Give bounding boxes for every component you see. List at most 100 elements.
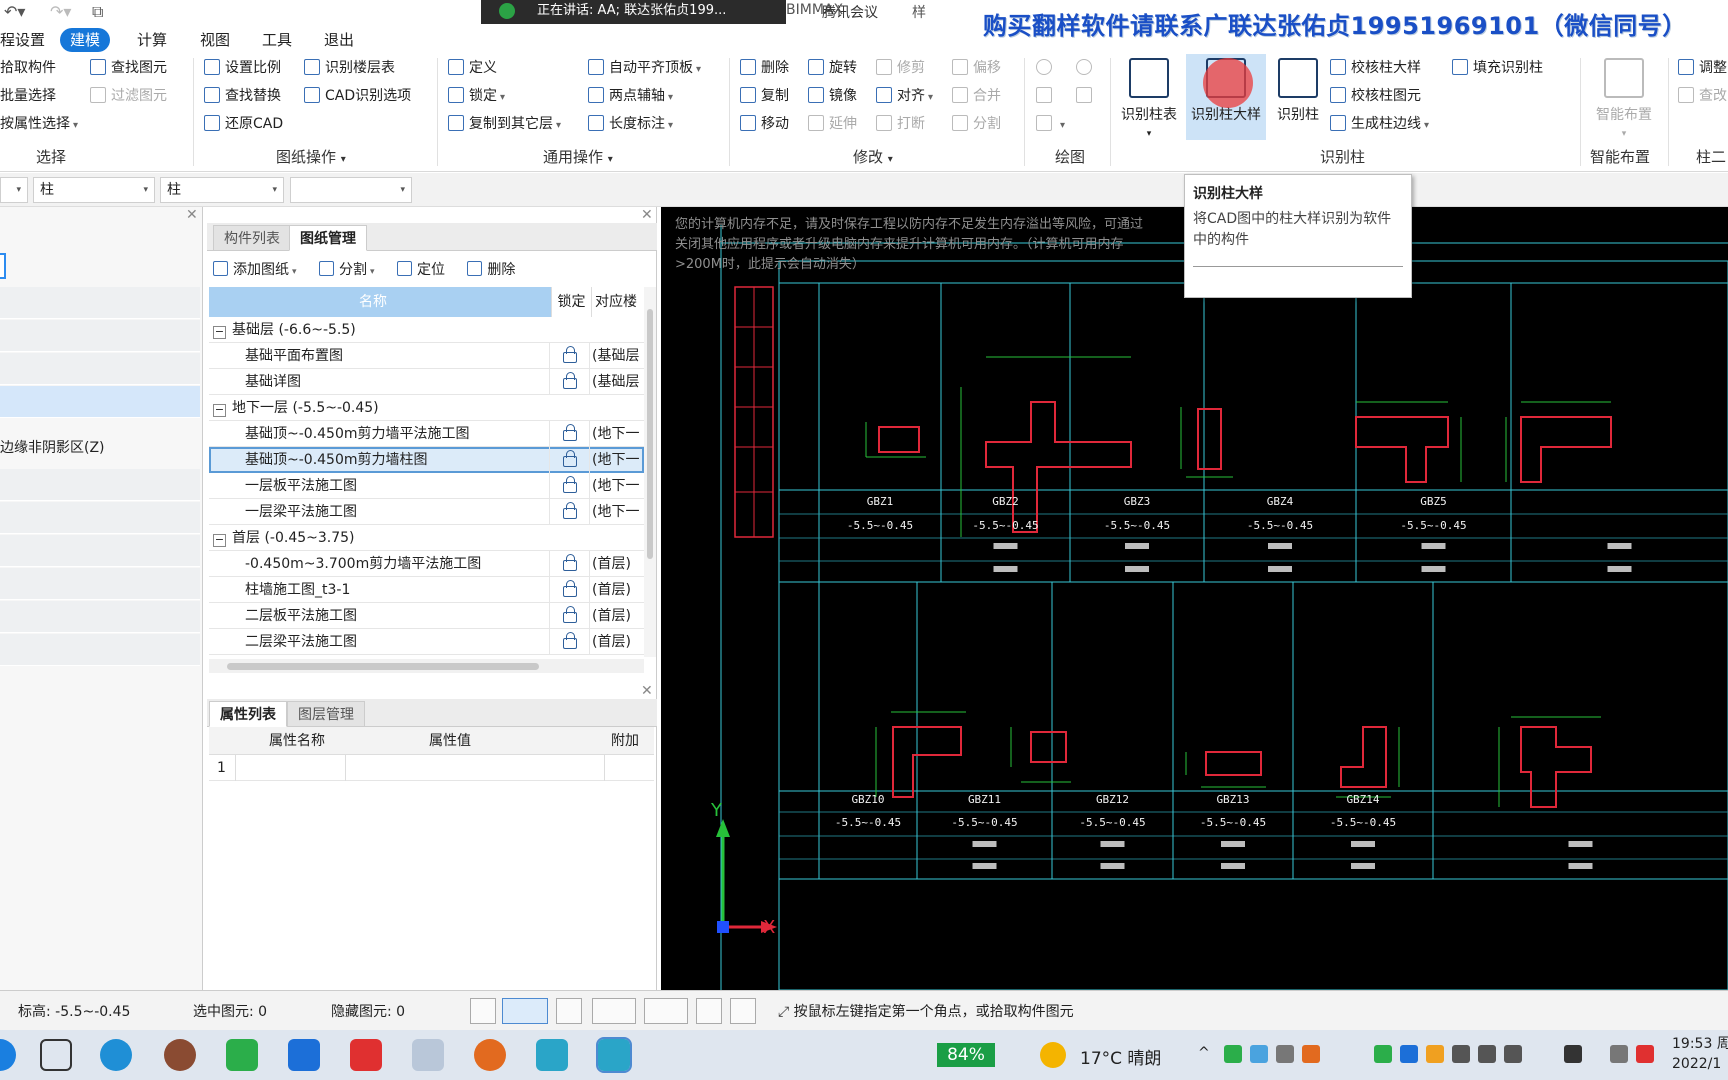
extend-button[interactable]: 延伸 [808, 111, 857, 137]
merge-button[interactable]: 合并 [952, 83, 1001, 109]
collapse-icon[interactable]: − [213, 534, 226, 547]
group-label-general-ops[interactable]: 通用操作 ▾ [543, 146, 613, 167]
search-input[interactable] [0, 253, 6, 279]
table-row[interactable]: -0.450m~3.700m剪力墙平法施工图 (首层) [209, 551, 644, 577]
pen-icon[interactable] [1564, 1045, 1582, 1063]
break-button[interactable]: 打断 [876, 111, 925, 137]
game-icon[interactable] [474, 1039, 506, 1071]
group-label-modify[interactable]: 修改 ▾ [853, 146, 893, 167]
menu-view[interactable]: 视图 [190, 28, 240, 52]
volume-icon[interactable] [1504, 1045, 1522, 1063]
offset-button[interactable]: 偏移 [952, 55, 1001, 81]
nav-row[interactable] [0, 634, 200, 666]
find-replace-button[interactable]: 查找替换 [204, 83, 281, 109]
fill-recognize-column-button[interactable]: 填充识别柱 [1452, 55, 1543, 81]
lock-cell[interactable] [549, 369, 589, 395]
restore-cad-button[interactable]: 还原CAD [204, 111, 283, 137]
table-row[interactable]: 基础顶~-0.450m剪力墙平法施工图 (地下一 [209, 421, 644, 447]
image-viewer-icon[interactable] [412, 1039, 444, 1071]
nav-row[interactable] [0, 601, 200, 633]
nav-row[interactable] [0, 502, 200, 534]
lock-cell[interactable] [549, 343, 589, 369]
nav-row[interactable] [0, 386, 200, 418]
horizontal-scrollbar[interactable] [209, 659, 644, 673]
tab-drawing-management[interactable]: 图纸管理 [289, 225, 367, 251]
recognize-column-table-button[interactable]: 识别柱表 ▾ [1113, 54, 1185, 140]
nav-item-non-shadow-edge[interactable]: 边缘非阴影区(Z) [0, 437, 105, 457]
ortho-toggle-icon[interactable] [470, 998, 496, 1024]
tree-group-row[interactable]: − 基础层 (-6.6~-5.5) [209, 317, 644, 343]
close-icon[interactable]: ✕ [186, 207, 198, 223]
table-row[interactable]: 基础顶~-0.450m剪力墙柱图 (地下一 [209, 447, 644, 473]
batch-select-button[interactable]: 批量选择 [0, 83, 56, 109]
quick-access-icon[interactable]: ⧉ [92, 2, 103, 22]
copy-to-floor-button[interactable]: 复制到其它层 ▾ [448, 111, 561, 137]
table-row[interactable]: 二层板平法施工图 (首层) [209, 603, 644, 629]
nav-row[interactable] [0, 320, 200, 352]
copy-button[interactable]: 复制 [740, 83, 789, 109]
edge-browser-icon[interactable] [100, 1039, 132, 1071]
find-element-button[interactable]: 查找图元 [90, 55, 167, 81]
table-row[interactable]: 一层板平法施工图 (地下一 [209, 473, 644, 499]
check-column-element-button[interactable]: 校核柱图元 [1330, 83, 1421, 109]
locate-button[interactable]: 定位 [396, 255, 445, 285]
table-row[interactable]: 一层梁平法施工图 (地下一 [209, 499, 644, 525]
lock-cell[interactable] [549, 629, 589, 655]
lock-cell[interactable] [549, 577, 589, 603]
menu-modeling[interactable]: 建模 [60, 28, 111, 52]
draw-line-button[interactable] [1036, 83, 1057, 109]
lock-cell[interactable] [549, 551, 589, 577]
component-select[interactable]: 柱 ▾ [160, 177, 284, 203]
lock-cell[interactable] [549, 473, 589, 499]
snap-toggle-icon[interactable] [502, 998, 548, 1024]
redo-icon[interactable]: ↷▾ [50, 2, 71, 21]
cloud-tray-icon[interactable] [1250, 1045, 1268, 1063]
lock-cell[interactable] [549, 499, 589, 525]
lock-cell[interactable] [549, 421, 589, 447]
glodon-app-icon[interactable] [536, 1039, 568, 1071]
split-button[interactable]: 分割 [952, 111, 1001, 137]
meeting-banner[interactable]: 正在讲话: AA; 联达张佑贞199... [481, 0, 786, 24]
clock[interactable]: 19:53 周 2022/1 [1672, 1034, 1728, 1074]
table-row[interactable]: 二层梁平法施工图 (首层) [209, 629, 644, 655]
tray-icon[interactable] [1426, 1045, 1444, 1063]
nav-row[interactable] [0, 568, 200, 600]
lock-cell[interactable] [549, 447, 589, 473]
tree-group-row[interactable]: − 地下一层 (-5.5~-0.45) [209, 395, 644, 421]
tray-icon[interactable] [1452, 1045, 1470, 1063]
recognize-column-button[interactable]: 识别柱 [1270, 54, 1326, 140]
task-view-icon[interactable] [40, 1039, 72, 1071]
group-label-drawing-ops[interactable]: 图纸操作 ▾ [276, 146, 346, 167]
check-modify-button[interactable]: 查改 [1678, 83, 1727, 109]
add-drawing-button[interactable]: 添加图纸 ▾ [213, 255, 297, 287]
trim-button[interactable]: 修剪 [876, 55, 925, 81]
tab-component-list[interactable]: 构件列表 [213, 225, 291, 251]
adjust-button[interactable]: 调整 [1678, 55, 1727, 81]
col-name[interactable]: 名称 [359, 287, 387, 317]
tray-icon[interactable] [1276, 1045, 1294, 1063]
rotate-button[interactable]: 旋转 [808, 55, 857, 81]
table-row[interactable]: 基础详图 (基础层 [209, 369, 644, 395]
lock-cell[interactable] [549, 603, 589, 629]
menu-calculate[interactable]: 计算 [127, 28, 177, 52]
smart-layout-button[interactable]: 智能布置 ▾ [1584, 54, 1664, 140]
meeting-icon[interactable] [288, 1039, 320, 1071]
delete-button[interactable]: 删除 [740, 55, 789, 81]
network-icon[interactable] [1478, 1045, 1496, 1063]
chevron-up-icon[interactable]: ^ [1198, 1045, 1216, 1063]
check-column-detail-button[interactable]: 校核柱大样 [1330, 55, 1421, 81]
close-icon[interactable]: ✕ [641, 207, 653, 223]
col-lock[interactable]: 锁定 [551, 287, 591, 317]
cross-toggle-icon[interactable] [556, 998, 582, 1024]
menu-tools[interactable]: 工具 [252, 28, 302, 52]
wechat-icon[interactable] [226, 1039, 258, 1071]
vertical-scrollbar[interactable] [644, 287, 656, 657]
draw-rect-button[interactable] [1076, 83, 1097, 109]
nav-row[interactable] [0, 469, 200, 501]
cad-options-button[interactable]: CAD识别选项 [304, 83, 411, 109]
display-toggle-icon[interactable] [696, 998, 722, 1024]
mirror-button[interactable]: 镜像 [808, 83, 857, 109]
set-scale-button[interactable]: 设置比例 [204, 55, 281, 81]
angle-toggle-icon[interactable] [592, 998, 636, 1024]
pick-component-button[interactable]: 拾取构件 [0, 55, 56, 81]
